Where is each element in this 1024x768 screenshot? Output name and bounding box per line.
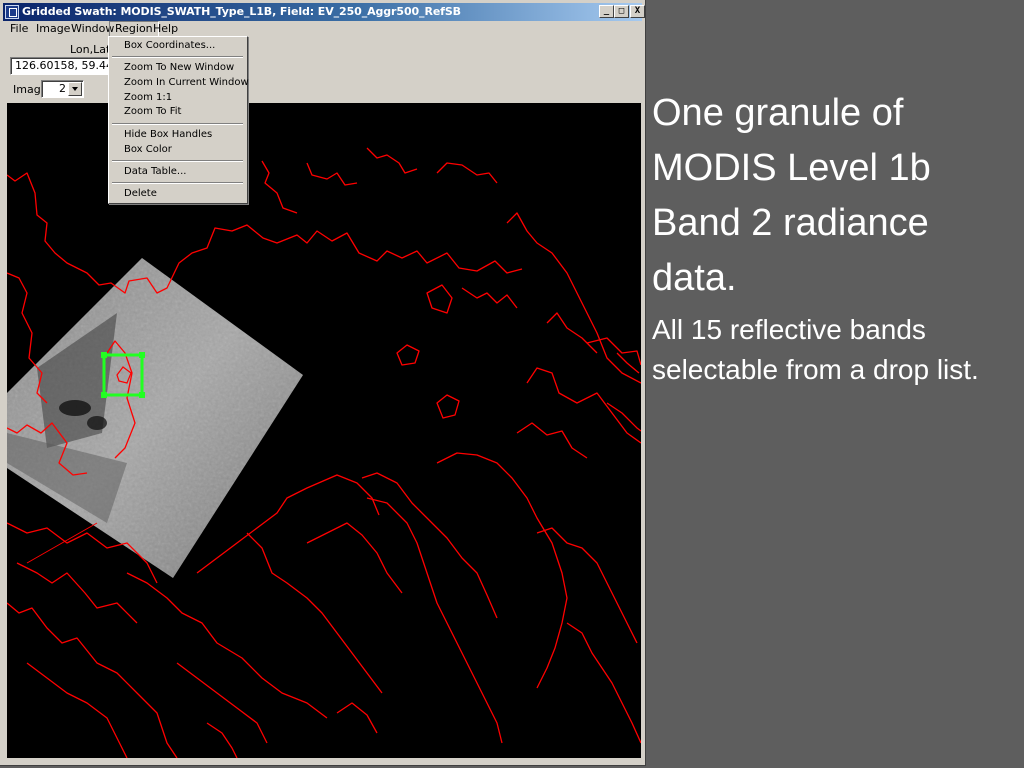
menu-item-data-table[interactable]: Data Table... [124,166,186,177]
menu-item-zoom-to-fit[interactable]: Zoom To Fit [124,106,181,117]
swath-image [7,258,303,578]
menu-item-box-color[interactable]: Box Color [124,144,172,155]
menu-item-hide-box-handles[interactable]: Hide Box Handles [124,129,212,140]
menu-separator [112,123,243,125]
close-button[interactable]: X [630,5,645,18]
menu-file[interactable]: File [5,21,33,37]
image-band-select[interactable]: 2 [41,80,84,98]
slide-heading: One granule of MODIS Level 1b Band 2 rad… [652,92,931,299]
box-handle[interactable] [139,352,145,358]
minimize-button[interactable]: _ [599,5,614,18]
dropdown-arrow-icon[interactable] [68,82,82,96]
menu-separator [112,182,243,184]
window-title: Gridded Swath: MODIS_SWATH_Type_L1B, Fie… [22,5,461,18]
box-handle[interactable] [139,392,145,398]
map-canvas[interactable] [7,103,641,758]
box-handle[interactable] [101,392,107,398]
region-menu-dropdown: Box Coordinates... Zoom To New Window Zo… [108,36,249,204]
map-view[interactable] [7,103,641,758]
app-window: Gridded Swath: MODIS_SWATH_Type_L1B, Fie… [0,0,646,766]
image-band-value: 2 [59,82,66,95]
maximize-button[interactable]: □ [614,5,629,18]
menu-item-zoom-current-window[interactable]: Zoom In Current Window [124,77,249,88]
menu-separator [112,160,243,162]
menu-item-box-coordinates[interactable]: Box Coordinates... [124,40,215,51]
box-handle[interactable] [101,352,107,358]
menu-item-zoom-1-1[interactable]: Zoom 1:1 [124,92,172,103]
slide-body-text: All 15 reflective bands selectable from … [652,314,979,385]
title-bar[interactable]: Gridded Swath: MODIS_SWATH_Type_L1B, Fie… [3,3,645,21]
menu-bar: File Image Window Region Help [3,21,642,37]
menu-item-delete[interactable]: Delete [124,188,157,199]
menu-help[interactable]: Help [148,21,183,37]
app-icon[interactable] [5,5,19,19]
menu-separator [112,56,243,58]
menu-item-zoom-new-window[interactable]: Zoom To New Window [124,62,234,73]
